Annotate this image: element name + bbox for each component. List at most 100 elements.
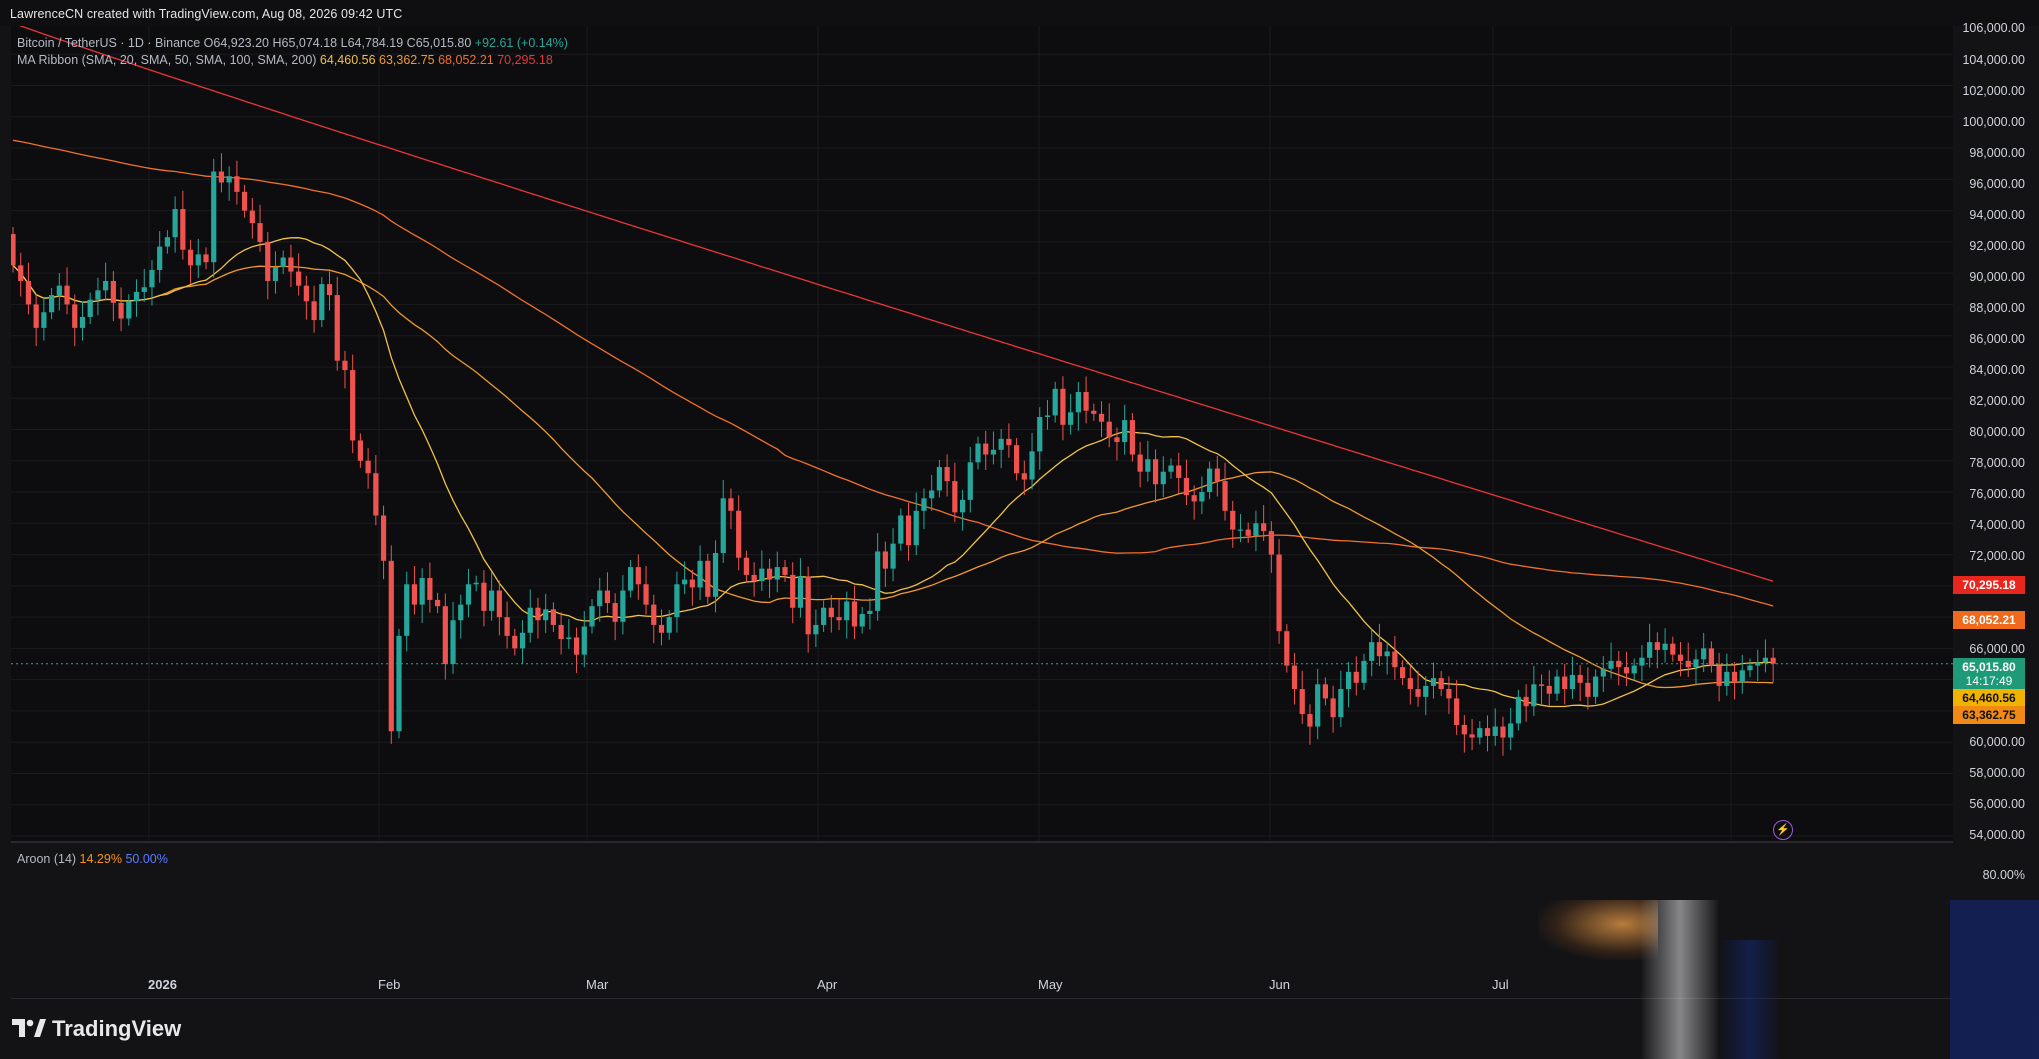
candle-body xyxy=(18,265,24,281)
candle-body xyxy=(1731,671,1738,682)
aroon-label: Aroon (14) xyxy=(17,852,77,866)
candle-body xyxy=(350,370,356,441)
candle-body xyxy=(1407,678,1413,690)
x-axis-label: 2026 xyxy=(148,977,177,992)
candle-body xyxy=(126,301,132,319)
candle-body xyxy=(1739,670,1745,682)
candle-body xyxy=(419,578,425,605)
candle-body xyxy=(1415,689,1421,697)
candle-body xyxy=(736,510,742,558)
y-axis-label: 56,000.00 xyxy=(1969,797,2025,811)
photo-glare xyxy=(1720,940,1780,1059)
tradingview-logo[interactable]: TradingView xyxy=(12,1016,181,1042)
candle-body xyxy=(465,584,472,605)
candle-body xyxy=(720,498,726,554)
candle-body xyxy=(890,543,896,569)
candle-body xyxy=(1029,451,1035,480)
candle-body xyxy=(1014,445,1020,474)
candle-body xyxy=(635,567,641,585)
candle-body xyxy=(1631,665,1637,674)
y-axis-label: 90,000.00 xyxy=(1969,270,2025,284)
y-axis-label: 88,000.00 xyxy=(1969,301,2025,315)
candle-body xyxy=(1461,724,1467,735)
candle-body xyxy=(905,515,912,546)
candle-body xyxy=(1392,651,1398,668)
candle-body xyxy=(828,607,834,618)
candle-body xyxy=(1562,676,1568,690)
candle-body xyxy=(1353,671,1359,683)
candle-body xyxy=(187,249,194,266)
candle-body xyxy=(211,171,217,263)
candle-body xyxy=(1276,554,1282,632)
candle-body xyxy=(157,246,163,271)
ma-ribbon-label: MA Ribbon (SMA, 20, SMA, 50, SMA, 100, S… xyxy=(17,53,317,67)
y-axis-label: 94,000.00 xyxy=(1969,208,2025,222)
candle-body xyxy=(1322,684,1328,699)
symbol-legend[interactable]: Bitcoin / TetherUS · 1D · Binance O64,92… xyxy=(17,36,568,50)
candle-body xyxy=(790,574,796,608)
ohlc-change: +92.61 (+0.14%) xyxy=(474,36,568,50)
candle-body xyxy=(666,617,672,633)
candle-body xyxy=(1469,734,1475,738)
aroon-legend[interactable]: Aroon (14) 14.29% 50.00% xyxy=(17,852,168,866)
candle-body xyxy=(967,462,973,500)
candle-body xyxy=(527,607,533,633)
candle-body xyxy=(1253,523,1259,536)
candle-body xyxy=(1593,676,1599,697)
candle-body xyxy=(1647,642,1653,658)
candle-body xyxy=(1315,684,1321,727)
candle-body xyxy=(1284,631,1290,666)
candle-body xyxy=(882,551,888,569)
ma100-price-tag: 68,052.21 xyxy=(1953,611,2025,629)
candle-body xyxy=(1299,689,1305,715)
candle-body xyxy=(1168,465,1174,472)
chart-canvas[interactable] xyxy=(11,26,1953,843)
last-price-tag: 65,015.80 14:17:49 xyxy=(1953,658,2025,690)
candle-body xyxy=(1122,420,1128,443)
chart-area[interactable] xyxy=(11,26,1953,843)
candle-body xyxy=(1454,698,1460,725)
candle-body xyxy=(1330,698,1336,718)
candle-body xyxy=(458,604,464,621)
candle-body xyxy=(990,449,997,455)
candle-body xyxy=(195,254,201,266)
candle-body xyxy=(697,560,703,588)
candle-body xyxy=(72,304,78,328)
candle-body xyxy=(674,584,680,618)
candle-body xyxy=(95,290,101,300)
candle-body xyxy=(1762,657,1769,663)
snapshot-title: LawrenceCN created with TradingView.com,… xyxy=(10,7,403,21)
lightning-icon[interactable]: ⚡ xyxy=(1773,820,1793,840)
candle-body xyxy=(257,223,263,242)
candle-body xyxy=(1230,510,1236,530)
candle-body xyxy=(682,579,688,585)
ma20-price-tag: 64,460.56 xyxy=(1953,689,2025,707)
candle-body xyxy=(435,599,441,607)
x-axis-label: Apr xyxy=(817,977,838,992)
y-axis-label: 76,000.00 xyxy=(1969,487,2025,501)
candle-body xyxy=(496,590,502,618)
candle-body xyxy=(952,481,958,513)
candle-body xyxy=(1098,413,1105,422)
candle-body xyxy=(1075,391,1081,413)
y-axis-label: 92,000.00 xyxy=(1969,239,2025,253)
candle-body xyxy=(1176,465,1182,478)
candle-body xyxy=(1708,648,1714,666)
candle-body xyxy=(1546,685,1552,694)
ma-ribbon-legend[interactable]: MA Ribbon (SMA, 20, SMA, 50, SMA, 100, S… xyxy=(17,53,553,67)
candle-body xyxy=(566,637,572,640)
candle-body xyxy=(1716,665,1722,686)
candle-body xyxy=(319,284,325,321)
ma200-price-tag: 70,295.18 xyxy=(1953,576,2025,594)
x-axis-label: Jun xyxy=(1269,977,1290,992)
candle-body xyxy=(489,590,495,611)
x-axis-label: Jul xyxy=(1492,977,1509,992)
candle-body xyxy=(481,582,487,611)
candle-body xyxy=(1430,678,1437,686)
candle-body xyxy=(1106,421,1112,438)
y-axis-label: 72,000.00 xyxy=(1969,549,2025,563)
y-axis-label: 104,000.00 xyxy=(1962,53,2025,67)
bar-countdown: 14:17:49 xyxy=(1965,674,2013,688)
candle-body xyxy=(705,560,711,597)
candle-body xyxy=(249,210,255,224)
